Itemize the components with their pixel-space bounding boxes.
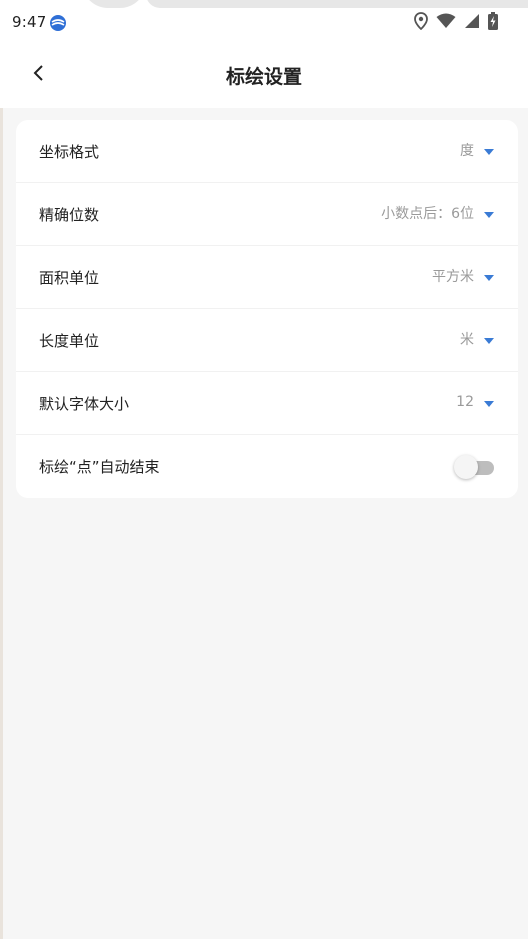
status-time: 9:47 [12, 13, 47, 31]
setting-label: 面积单位 [39, 268, 100, 287]
dropdown-caret-icon [484, 148, 494, 155]
setting-dropdown[interactable]: 12 [456, 394, 494, 410]
setting-dropdown[interactable]: 度 [460, 140, 494, 160]
top-decoration-bar [146, 0, 528, 8]
setting-dropdown[interactable]: 米 [460, 329, 494, 349]
setting-value: 平方米 [432, 269, 474, 285]
setting-label: 默认字体大小 [39, 394, 130, 413]
setting-label: 长度单位 [39, 331, 100, 350]
setting-label: 坐标格式 [39, 142, 100, 161]
location-icon [414, 12, 428, 30]
setting-dropdown[interactable]: 平方米 [432, 266, 494, 286]
top-decoration [82, 0, 146, 8]
settings-card: 坐标格式 度 精确位数 小数点后：6位 面积单位 平方米 长度单位 米 默认字体… [16, 120, 518, 498]
setting-value: 度 [460, 143, 474, 159]
dropdown-caret-icon [484, 211, 494, 218]
setting-label: 精确位数 [39, 205, 100, 224]
wifi-icon [436, 13, 456, 29]
toggle-thumb [454, 454, 478, 479]
dropdown-caret-icon [484, 337, 494, 344]
setting-default-font-size[interactable]: 默认字体大小 12 [16, 372, 518, 435]
battery-charging-icon [488, 12, 498, 30]
setting-value: 米 [460, 332, 474, 348]
setting-coordinate-format[interactable]: 坐标格式 度 [16, 120, 518, 183]
dropdown-caret-icon [484, 400, 494, 407]
setting-point-auto-finish: 标绘“点”自动结束 [16, 435, 518, 498]
point-auto-finish-toggle[interactable] [454, 454, 496, 480]
page-title: 标绘设置 [225, 66, 302, 88]
status-bar: 9:47 [0, 0, 528, 44]
app-bar: 标绘设置 [0, 44, 528, 108]
setting-value: 小数点后：6位 [381, 206, 474, 222]
signal-icon [464, 13, 480, 29]
setting-dropdown[interactable]: 小数点后：6位 [381, 203, 494, 223]
status-icons [414, 12, 498, 30]
left-edge-strip [0, 0, 3, 939]
setting-label: 标绘“点”自动结束 [39, 458, 160, 476]
setting-length-unit[interactable]: 长度单位 米 [16, 309, 518, 372]
app-notification-icon [49, 14, 67, 32]
setting-precision-digits[interactable]: 精确位数 小数点后：6位 [16, 183, 518, 246]
setting-value: 12 [456, 394, 474, 410]
dropdown-caret-icon [484, 274, 494, 281]
setting-area-unit[interactable]: 面积单位 平方米 [16, 246, 518, 309]
